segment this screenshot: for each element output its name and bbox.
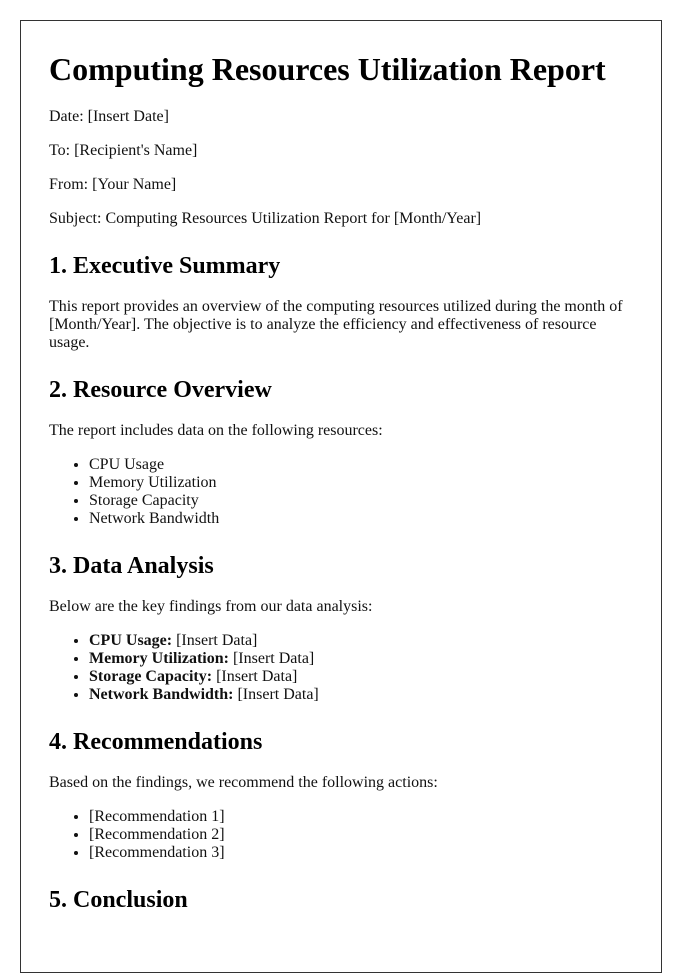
finding-value: [Insert Data]	[212, 668, 298, 685]
finding-label: Storage Capacity:	[89, 668, 213, 685]
section-heading: 1. Executive Summary	[49, 253, 281, 279]
list-item: CPU Usage: [Insert Data]	[89, 632, 633, 650]
section-conclusion: 5. Conclusion	[49, 886, 633, 914]
section-intro: Below are the key findings from our data…	[49, 598, 373, 615]
recommendations-list: [Recommendation 1] [Recommendation 2] [R…	[49, 808, 633, 862]
finding-label: Network Bandwidth:	[89, 686, 234, 703]
list-item: Storage Capacity: [Insert Data]	[89, 668, 633, 686]
list-item: CPU Usage	[89, 456, 633, 474]
list-item: Network Bandwidth: [Insert Data]	[89, 686, 633, 704]
list-item: Network Bandwidth	[89, 510, 633, 528]
subject-line: Subject: Computing Resources Utilization…	[49, 210, 482, 227]
section-executive-summary: 1. Executive Summary This report provide…	[49, 252, 633, 352]
section-recommendations: 4. Recommendations Based on the findings…	[49, 728, 633, 862]
finding-value: [Insert Data]	[228, 650, 315, 667]
memo-header: Date: [Insert Date] To: [Recipient's Nam…	[49, 108, 633, 228]
findings-list: CPU Usage: [Insert Data] Memory Utilizat…	[49, 632, 633, 704]
date-line: Date: [Insert Date]	[49, 108, 169, 125]
list-item: Storage Capacity	[89, 492, 633, 510]
section-heading: 3. Data Analysis	[49, 553, 214, 579]
section-heading: 5. Conclusion	[49, 887, 188, 913]
to-line: To: [Recipient's Name]	[49, 142, 198, 159]
finding-value: [Insert Data]	[233, 686, 319, 703]
section-heading: 2. Resource Overview	[49, 377, 272, 403]
list-item: [Recommendation 1]	[89, 808, 633, 826]
list-item: [Recommendation 2]	[89, 826, 633, 844]
list-item: [Recommendation 3]	[89, 844, 633, 862]
section-resource-overview: 2. Resource Overview The report includes…	[49, 376, 633, 528]
section-body: This report provides an overview of the …	[49, 298, 623, 351]
finding-value: [Insert Data]	[172, 632, 258, 649]
list-item: Memory Utilization	[89, 474, 633, 492]
resource-list: CPU Usage Memory Utilization Storage Cap…	[49, 456, 633, 528]
finding-label: CPU Usage:	[89, 632, 173, 649]
from-line: From: [Your Name]	[49, 176, 177, 193]
section-data-analysis: 3. Data Analysis Below are the key findi…	[49, 552, 633, 704]
finding-label: Memory Utilization:	[89, 650, 229, 667]
section-intro: The report includes data on the followin…	[49, 422, 383, 439]
section-heading: 4. Recommendations	[49, 729, 263, 755]
section-intro: Based on the findings, we recommend the …	[49, 774, 438, 791]
report-title: Computing Resources Utilization Report	[49, 51, 606, 87]
report-page: Computing Resources Utilization Report D…	[20, 20, 662, 973]
list-item: Memory Utilization: [Insert Data]	[89, 650, 633, 668]
